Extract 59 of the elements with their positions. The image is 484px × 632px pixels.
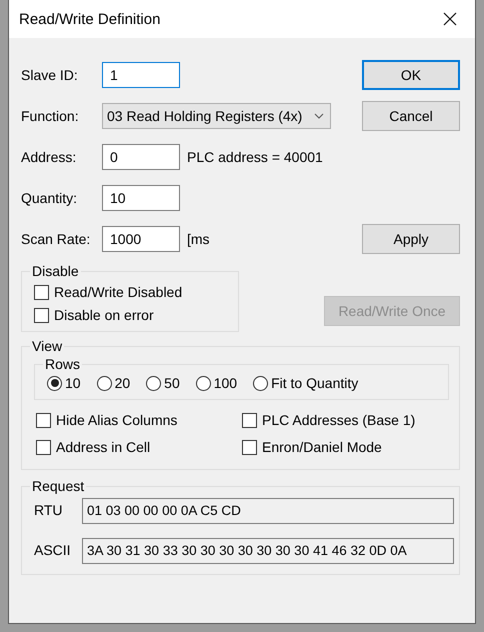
radio-option[interactable]: 50 [146,375,180,391]
request-label: RTU [34,501,64,518]
chevron-down-icon [314,112,324,118]
field-note: PLC address = 40001 [187,148,323,164]
group-title: Rows [44,356,82,372]
window-title: Read/Write Definition [19,10,160,28]
input-field[interactable]: 0 [102,144,180,170]
dialog-button[interactable]: Cancel [362,100,460,130]
checkbox-label: Disable on error [54,307,154,323]
request-label: ASCII [34,541,72,558]
function-dropdown[interactable]: 03 Read Holding Registers (4x) [102,102,331,128]
radio-button[interactable] [47,376,62,390]
field-label: Address: [21,148,78,164]
checkbox[interactable] [242,440,257,454]
checkbox[interactable] [34,284,49,300]
checkbox-label: PLC Addresses (Base 1) [262,412,416,428]
radio-option[interactable]: 100 [196,375,238,391]
checkbox-option[interactable]: Hide Alias Columns [36,412,242,428]
checkbox-label: Address in Cell [56,439,150,455]
radio-option[interactable]: 10 [47,375,81,391]
request-field: 01 03 00 00 00 0A C5 CD [82,498,454,524]
radio-label: 100 [214,375,238,391]
group-title: Request [31,478,86,494]
close-icon [443,12,457,26]
dialog-button[interactable]: Apply [362,224,460,254]
radio-button[interactable] [196,376,211,390]
input-field[interactable]: 10 [102,184,180,210]
input-field[interactable]: 1 [102,62,180,88]
checkbox[interactable] [34,308,49,322]
field-label: Quantity: [21,190,78,206]
radio-option[interactable]: Fit to Quantity [253,375,358,391]
dialog-button[interactable]: OK [362,60,460,90]
radio-button[interactable] [146,376,162,390]
radio-label: 20 [114,375,130,391]
checkbox-label: Enron/Daniel Mode [262,439,382,455]
checkbox-label: Read/Write Disabled [54,284,182,300]
request-field: 3A 30 31 30 33 30 30 30 30 30 30 30 41 46 32 0D 0A [82,538,454,564]
radio-button[interactable] [253,376,268,390]
group-title: Disable [31,263,80,279]
field-label: Scan Rate: [21,230,92,246]
checkbox-option[interactable]: Disable on error [34,307,228,323]
radio-label: 50 [164,375,180,391]
radio-button[interactable] [96,376,112,390]
checkbox-option[interactable]: Read/Write Disabled [34,284,228,300]
checkbox-option[interactable]: PLC Addresses (Base 1) [242,412,449,428]
field-note: [ms [187,230,210,246]
checkbox[interactable] [242,412,257,428]
field-label: Function: [21,108,80,124]
checkbox-option[interactable]: Address in Cell [36,439,242,455]
checkbox-option[interactable]: Enron/Daniel Mode [242,439,449,455]
radio-option[interactable]: 20 [96,375,130,391]
checkbox-label: Hide Alias Columns [56,412,178,428]
input-field[interactable]: 1000 [102,226,180,252]
checkbox[interactable] [36,412,51,428]
group-title: View [31,338,64,354]
radio-label: Fit to Quantity [271,375,358,391]
field-label: Slave ID: [21,66,79,82]
checkbox[interactable] [36,440,51,454]
radio-label: 10 [65,375,81,391]
